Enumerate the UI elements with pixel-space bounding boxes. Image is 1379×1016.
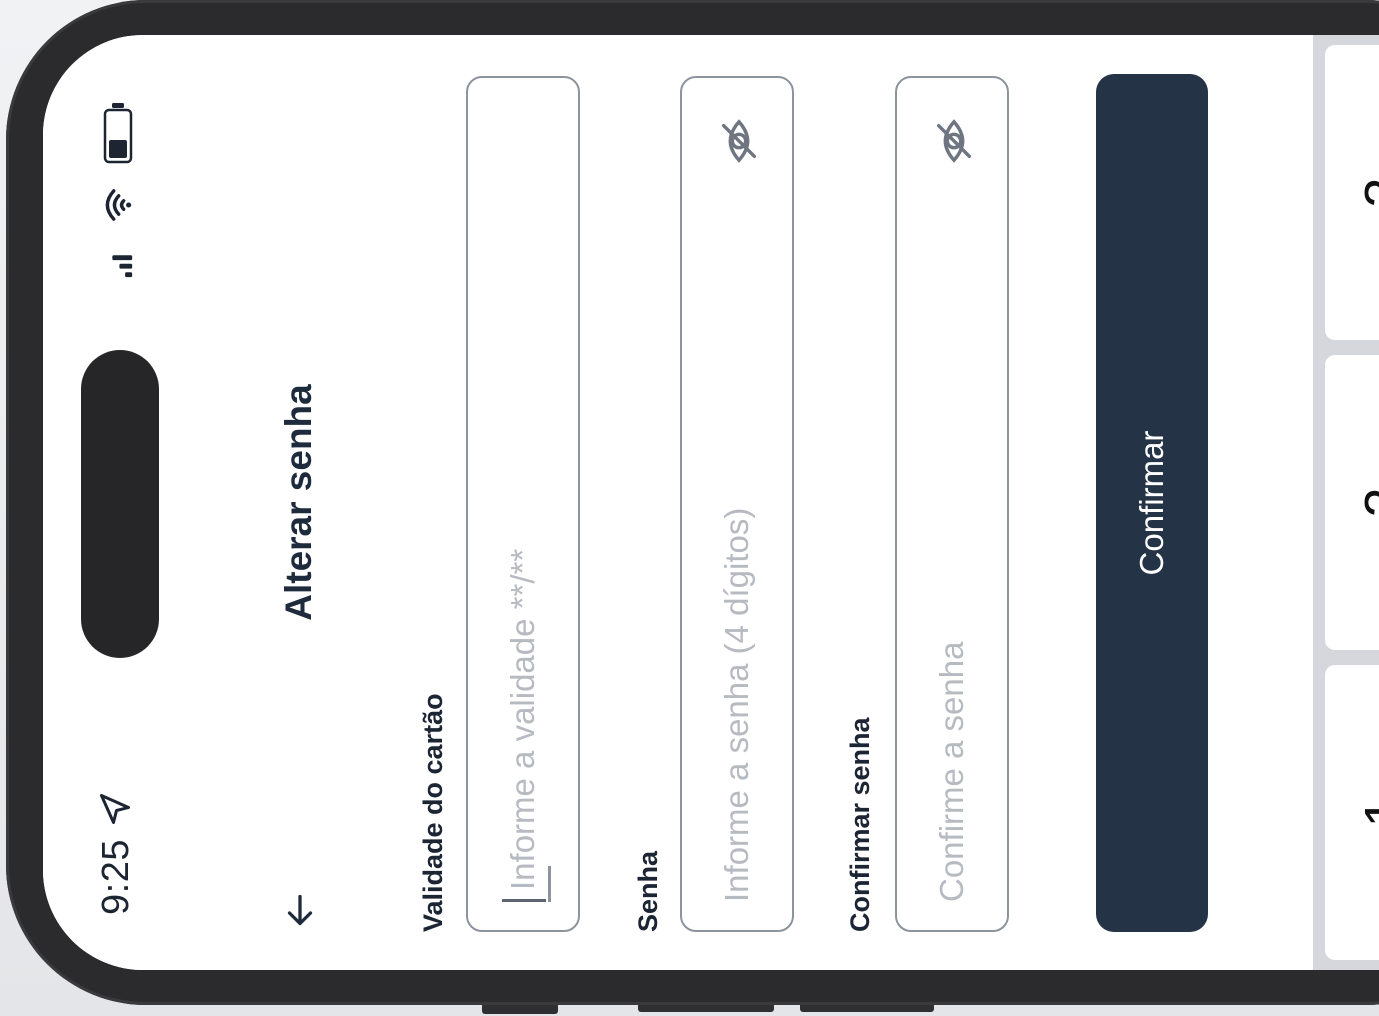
- eye-off-icon: [721, 118, 766, 164]
- time-group: 9:25: [95, 791, 138, 915]
- password-field[interactable]: [680, 76, 794, 932]
- status-bar: 9:25: [43, 35, 193, 970]
- password-input[interactable]: [682, 202, 792, 902]
- device-stage: 9:25 Alterar senha Validade do cartão In…: [0, 0, 1379, 1016]
- keypad-key-2[interactable]: 2: [1325, 355, 1379, 650]
- password-label: Senha: [633, 850, 663, 932]
- card-validity-label: Validade do cartão: [418, 693, 448, 932]
- wifi-icon: [101, 186, 139, 224]
- text-caret: [502, 899, 546, 902]
- confirm-button[interactable]: Confirmar: [1096, 74, 1208, 932]
- confirm-password-input[interactable]: [897, 202, 1007, 902]
- confirm-password-field[interactable]: [895, 76, 1009, 932]
- page-title: Alterar senha: [278, 384, 319, 621]
- eye-off-icon: [936, 118, 981, 164]
- app-page: 9:25 Alterar senha Validade do cartão In…: [43, 35, 1379, 970]
- battery-icon: [101, 100, 139, 164]
- card-validity-field[interactable]: [466, 76, 580, 932]
- confirm-password-visibility-toggle[interactable]: [931, 118, 977, 164]
- keypad-key-1[interactable]: 1: [1325, 665, 1379, 960]
- cellular-signal-icon: [101, 246, 139, 280]
- status-time: 9:25: [95, 839, 137, 915]
- keypad-key-3[interactable]: 3: [1325, 45, 1379, 340]
- status-icons: [101, 100, 139, 280]
- phone-screen: 9:25 Alterar senha Validade do cartão In…: [43, 35, 1379, 970]
- card-validity-input[interactable]: [468, 190, 578, 890]
- confirm-password-label: Confirmar senha: [845, 717, 875, 932]
- caret-underline: [548, 866, 551, 902]
- app-header: Alterar senha: [258, 35, 338, 970]
- dynamic-island: [81, 350, 159, 658]
- location-arrow-icon: [97, 791, 137, 827]
- numeric-keypad: 1 2 3: [1313, 35, 1379, 970]
- password-visibility-toggle[interactable]: [716, 118, 762, 164]
